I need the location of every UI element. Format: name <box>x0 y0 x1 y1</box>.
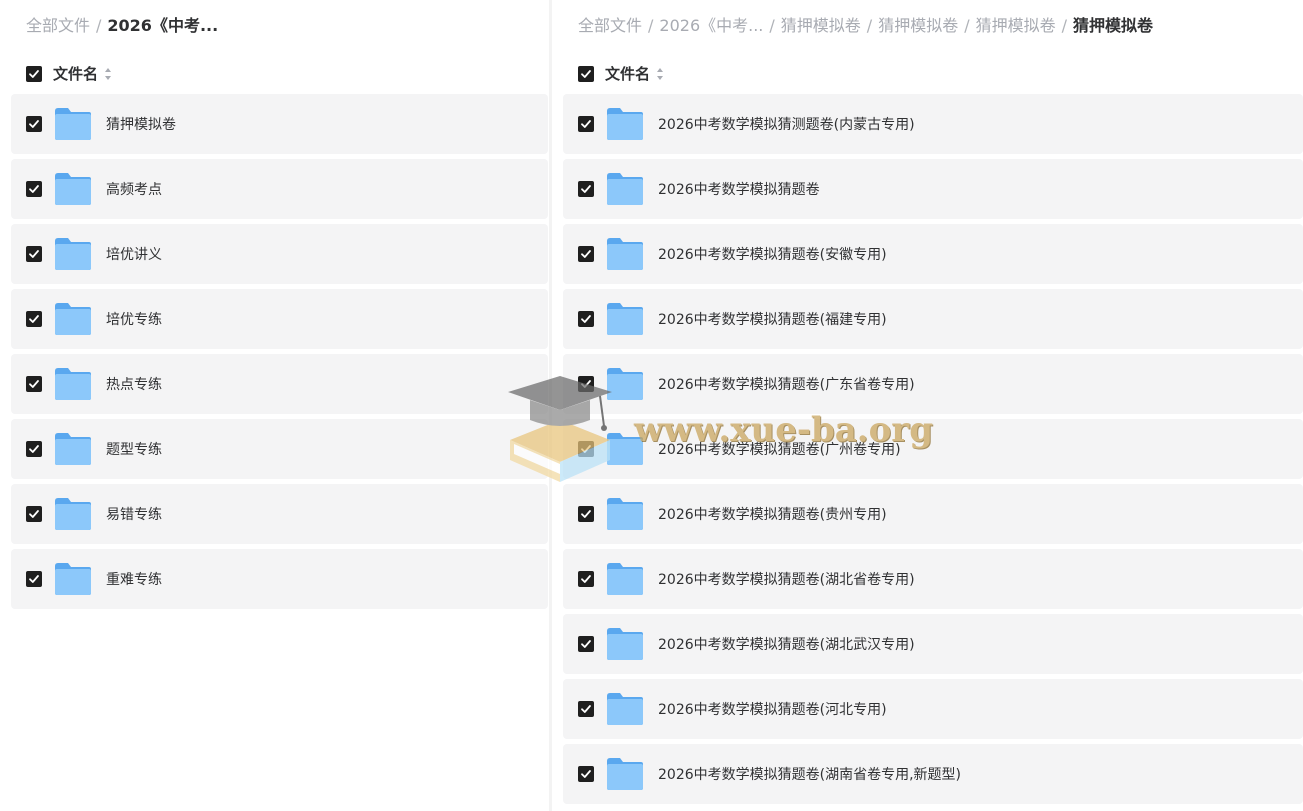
row-checkbox[interactable] <box>578 506 594 522</box>
file-name[interactable]: 易错专练 <box>106 504 162 524</box>
table-row[interactable]: 2026中考数学模拟猜题卷(湖北省卷专用) <box>563 549 1303 609</box>
file-name[interactable]: 2026中考数学模拟猜题卷(湖北武汉专用) <box>658 634 915 654</box>
table-row[interactable]: 高频考点 <box>11 159 548 219</box>
select-all-checkbox[interactable] <box>578 66 594 82</box>
file-name[interactable]: 培优专练 <box>106 309 162 329</box>
file-name[interactable]: 2026中考数学模拟猜题卷(湖北省卷专用) <box>658 569 915 589</box>
table-row[interactable]: 2026中考数学模拟猜题卷(湖南省卷专用,新题型) <box>563 744 1303 804</box>
table-row[interactable]: 易错专练 <box>11 484 548 544</box>
breadcrumb-separator: / <box>96 16 102 35</box>
row-checkbox[interactable] <box>26 116 42 132</box>
file-list-header: 文件名 <box>26 62 112 86</box>
file-name[interactable]: 2026中考数学模拟猜题卷(河北专用) <box>658 699 887 719</box>
breadcrumb-separator: / <box>769 16 775 35</box>
file-name[interactable]: 2026中考数学模拟猜题卷 <box>658 179 820 199</box>
breadcrumb-separator: / <box>648 16 654 35</box>
table-row[interactable]: 培优讲义 <box>11 224 548 284</box>
breadcrumb-item-current: 2026《中考... <box>107 16 219 35</box>
file-list-header: 文件名 <box>578 62 664 86</box>
file-name[interactable]: 2026中考数学模拟猜题卷(湖南省卷专用,新题型) <box>658 764 961 784</box>
file-name[interactable]: 热点专练 <box>106 374 162 394</box>
breadcrumb: 全部文件 / 2026《中考... / 猜押模拟卷 / 猜押模拟卷 / 猜押模拟卷 / 猜押模拟卷 <box>578 14 1153 38</box>
breadcrumb-item-all-files[interactable]: 全部文件 <box>26 14 90 38</box>
graduation-cap-book-icon <box>508 376 612 482</box>
folder-icon <box>55 563 91 595</box>
file-name[interactable]: 题型专练 <box>106 439 162 459</box>
folder-icon <box>607 238 643 270</box>
table-row[interactable]: 培优专练 <box>11 289 548 349</box>
column-header-filename[interactable]: 文件名 <box>53 62 98 86</box>
folder-icon <box>607 173 643 205</box>
row-checkbox[interactable] <box>578 766 594 782</box>
folder-icon <box>607 303 643 335</box>
row-checkbox[interactable] <box>578 116 594 132</box>
row-checkbox[interactable] <box>578 181 594 197</box>
file-name[interactable]: 2026中考数学模拟猜题卷(贵州专用) <box>658 504 887 524</box>
table-row[interactable]: 2026中考数学模拟猜测题卷(内蒙古专用) <box>563 94 1303 154</box>
table-row[interactable]: 猜押模拟卷 <box>11 94 548 154</box>
file-name[interactable]: 2026中考数学模拟猜题卷(福建专用) <box>658 309 887 329</box>
table-row[interactable]: 2026中考数学模拟猜题卷(安徽专用) <box>563 224 1303 284</box>
folder-icon <box>607 498 643 530</box>
breadcrumb-item[interactable]: 猜押模拟卷 <box>781 14 861 38</box>
column-header-filename[interactable]: 文件名 <box>605 62 650 86</box>
file-name[interactable]: 重难专练 <box>106 569 162 589</box>
folder-icon <box>607 108 643 140</box>
folder-icon <box>55 173 91 205</box>
row-checkbox[interactable] <box>578 571 594 587</box>
folder-icon <box>55 498 91 530</box>
folder-icon <box>607 628 643 660</box>
table-row[interactable]: 2026中考数学模拟猜题卷(福建专用) <box>563 289 1303 349</box>
folder-icon <box>607 563 643 595</box>
file-name[interactable]: 猜押模拟卷 <box>106 114 176 134</box>
breadcrumb-item-current: 猜押模拟卷 <box>1073 16 1154 35</box>
row-checkbox[interactable] <box>578 246 594 262</box>
watermark-text: www.xue-ba.org <box>634 410 933 450</box>
row-checkbox[interactable] <box>26 506 42 522</box>
file-name[interactable]: 培优讲义 <box>106 244 162 264</box>
table-row[interactable]: 重难专练 <box>11 549 548 609</box>
file-name[interactable]: 高频考点 <box>106 179 162 199</box>
sort-icon[interactable] <box>656 67 664 81</box>
breadcrumb-item[interactable]: 猜押模拟卷 <box>976 14 1056 38</box>
folder-icon <box>607 758 643 790</box>
row-checkbox[interactable] <box>26 376 42 392</box>
row-checkbox[interactable] <box>26 311 42 327</box>
breadcrumb-separator: / <box>1061 16 1067 35</box>
row-checkbox[interactable] <box>26 441 42 457</box>
table-row[interactable]: 2026中考数学模拟猜题卷 <box>563 159 1303 219</box>
row-checkbox[interactable] <box>26 181 42 197</box>
folder-icon <box>607 693 643 725</box>
watermark: www.xue-ba.org <box>500 370 940 490</box>
row-checkbox[interactable] <box>578 701 594 717</box>
file-list: 猜押模拟卷 高频考点 培优讲义 培优专练 热点专练 题型专练 易错专练 重难专练 <box>11 94 548 614</box>
folder-icon <box>55 238 91 270</box>
left-file-panel: 全部文件 / 2026《中考... 文件名 猜押模拟卷 高频考点 培优讲义 培优专练… <box>0 0 549 811</box>
breadcrumb-item-all-files[interactable]: 全部文件 <box>578 14 642 38</box>
breadcrumb: 全部文件 / 2026《中考... <box>26 14 218 38</box>
table-row[interactable]: 题型专练 <box>11 419 548 479</box>
row-checkbox[interactable] <box>26 571 42 587</box>
row-checkbox[interactable] <box>578 311 594 327</box>
file-name[interactable]: 2026中考数学模拟猜题卷(安徽专用) <box>658 244 887 264</box>
table-row[interactable]: 热点专练 <box>11 354 548 414</box>
folder-icon <box>55 368 91 400</box>
row-checkbox[interactable] <box>578 636 594 652</box>
breadcrumb-separator: / <box>964 16 970 35</box>
table-row[interactable]: 2026中考数学模拟猜题卷(湖北武汉专用) <box>563 614 1303 674</box>
file-name[interactable]: 2026中考数学模拟猜测题卷(内蒙古专用) <box>658 114 915 134</box>
table-row[interactable]: 2026中考数学模拟猜题卷(贵州专用) <box>563 484 1303 544</box>
breadcrumb-separator: / <box>866 16 873 35</box>
folder-icon <box>55 108 91 140</box>
folder-icon <box>55 433 91 465</box>
select-all-checkbox[interactable] <box>26 66 42 82</box>
folder-icon <box>55 303 91 335</box>
row-checkbox[interactable] <box>26 246 42 262</box>
breadcrumb-item[interactable]: 2026《中考... <box>659 14 763 38</box>
table-row[interactable]: 2026中考数学模拟猜题卷(河北专用) <box>563 679 1303 739</box>
breadcrumb-item[interactable]: 猜押模拟卷 <box>878 14 958 38</box>
sort-icon[interactable] <box>104 67 112 81</box>
